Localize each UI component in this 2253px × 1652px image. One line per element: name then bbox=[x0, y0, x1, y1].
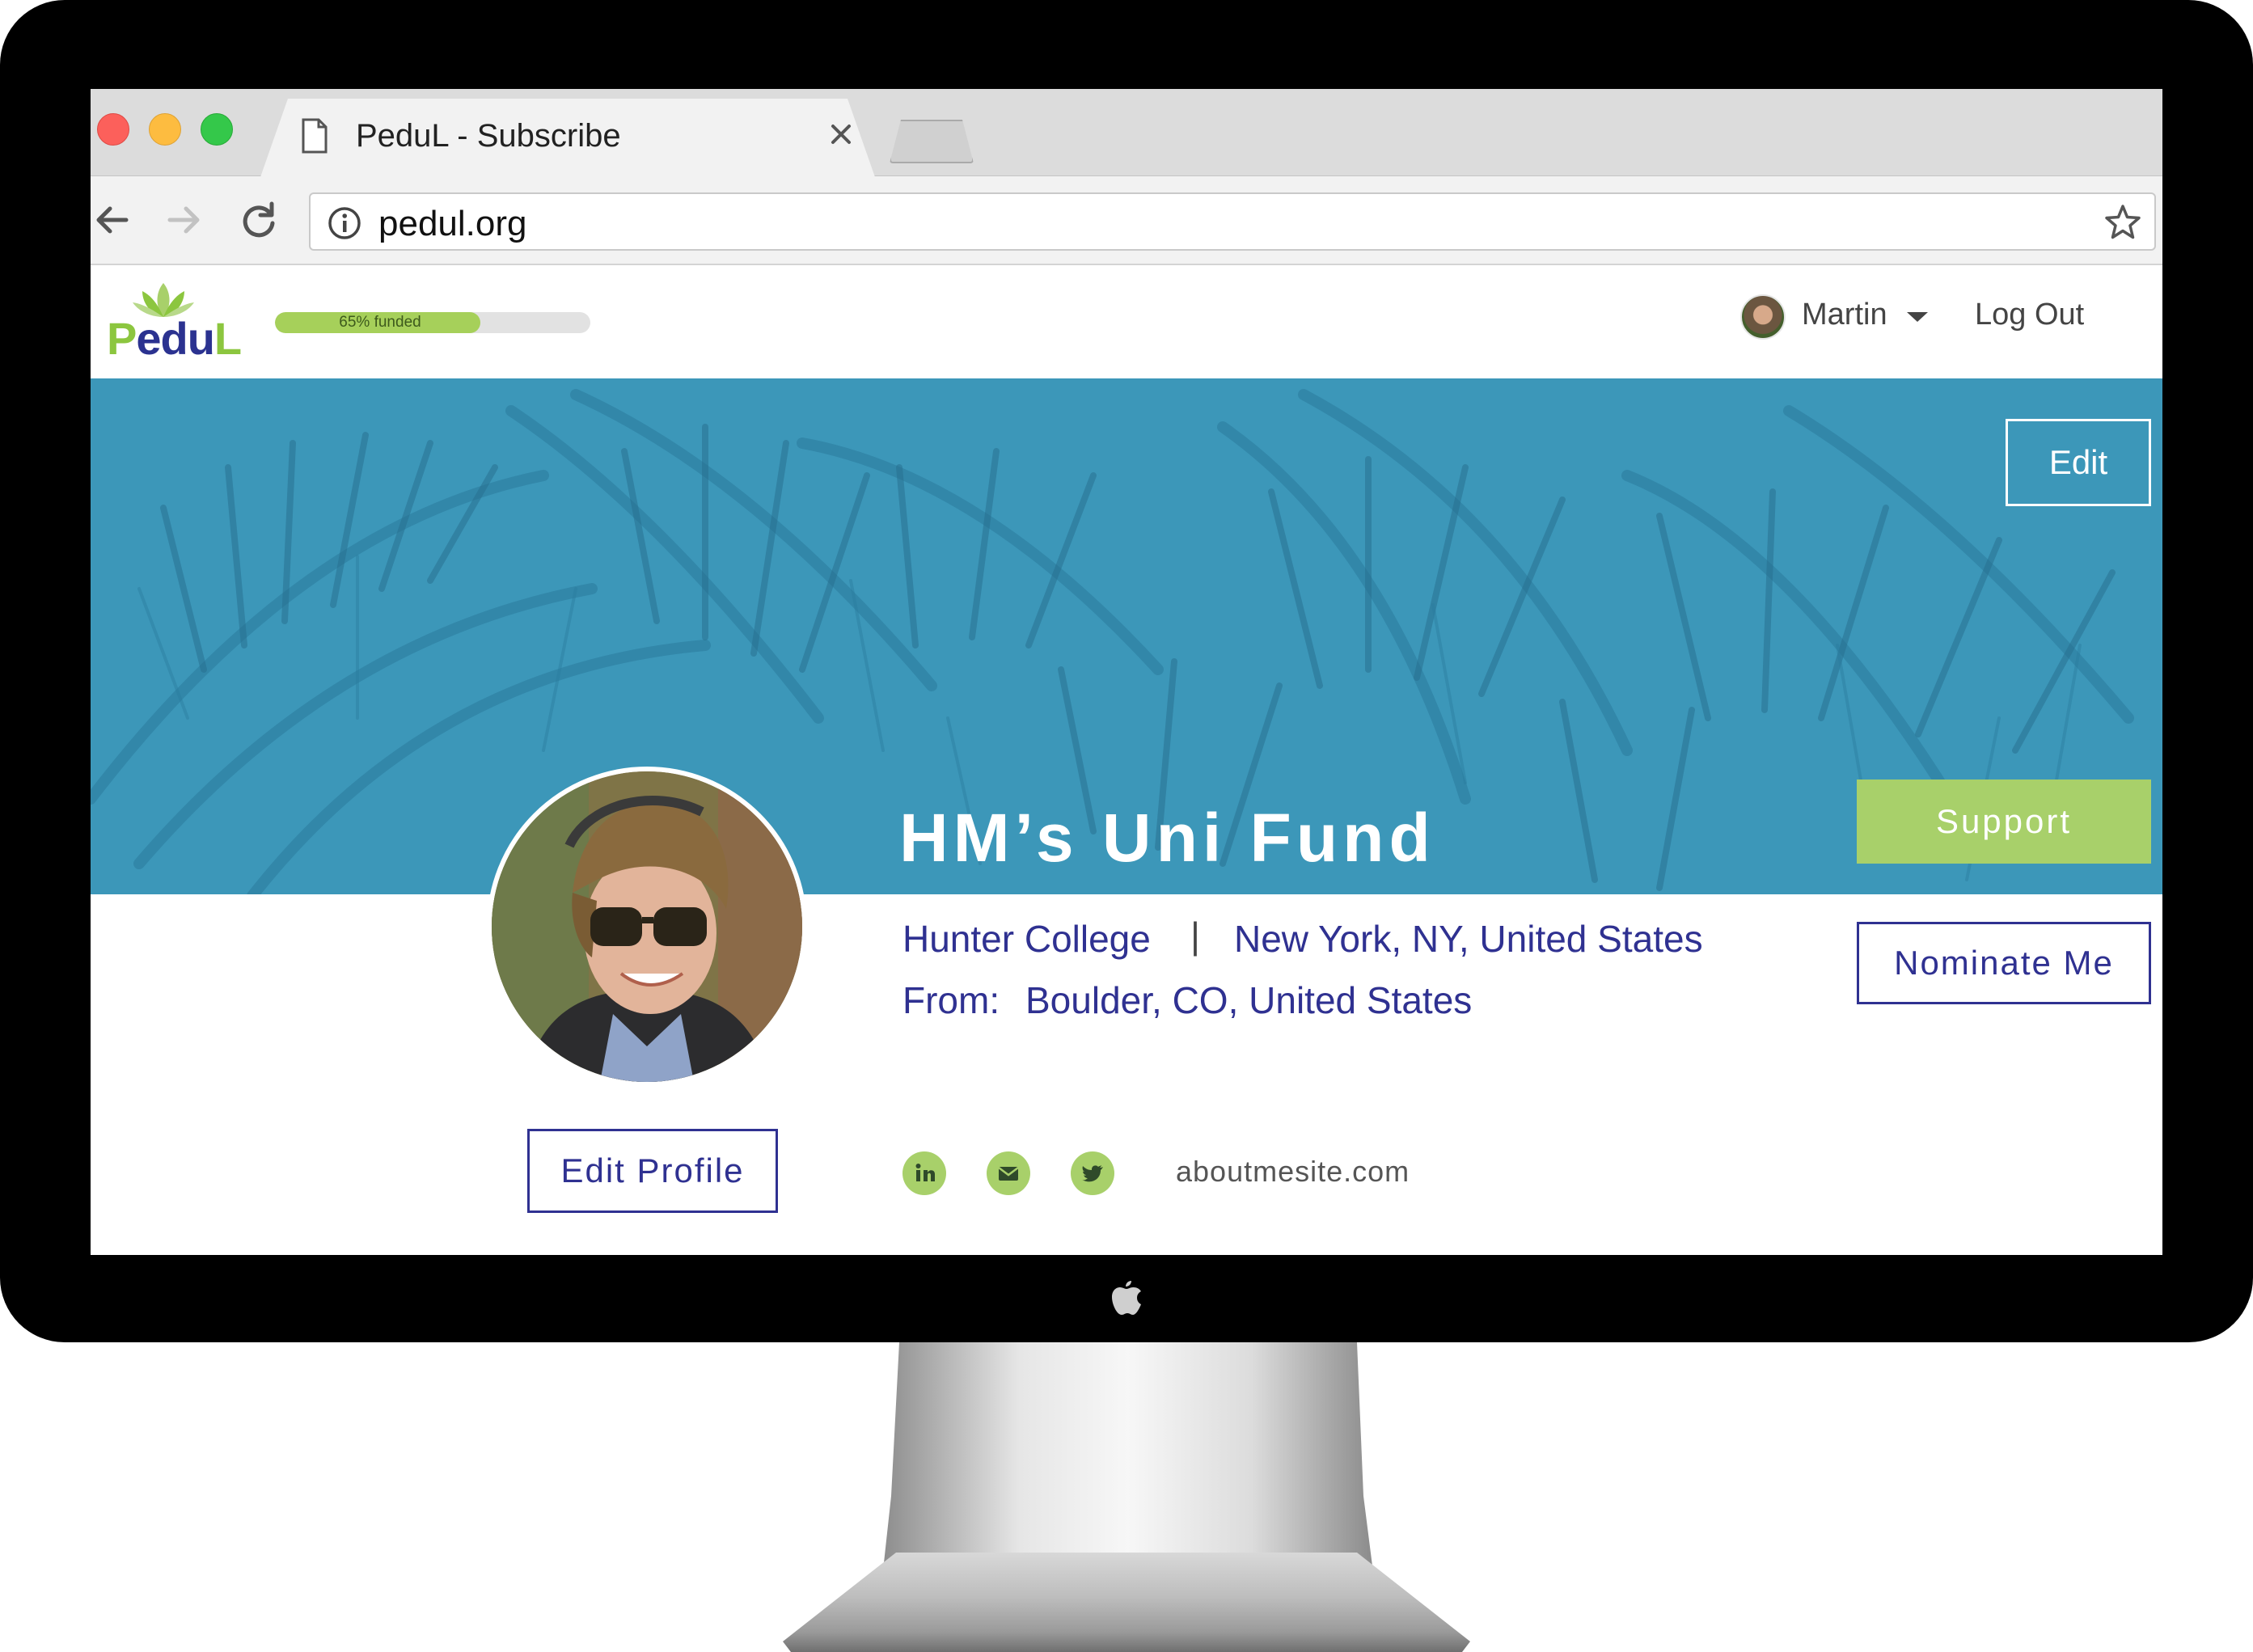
fund-title: HM’s Uni Fund bbox=[899, 800, 1435, 876]
close-icon[interactable] bbox=[825, 118, 857, 150]
cover-banner: Edit HM’s Uni Fund bbox=[91, 378, 2162, 894]
profile-photo bbox=[487, 767, 807, 1087]
email-icon bbox=[998, 1167, 1019, 1181]
forward-arrow-icon[interactable] bbox=[163, 199, 205, 241]
maximize-window-button[interactable] bbox=[201, 113, 233, 146]
user-menu-name[interactable]: Martin bbox=[1802, 298, 1887, 332]
document-icon bbox=[302, 118, 328, 154]
close-window-button[interactable] bbox=[97, 113, 129, 146]
pedul-logo[interactable]: PeduL bbox=[107, 281, 242, 364]
apple-logo-icon bbox=[1112, 1281, 1141, 1315]
current-location[interactable]: New York, NY, United States bbox=[1234, 917, 1703, 961]
address-bar[interactable]: pedul.org bbox=[309, 192, 2156, 251]
twitter-icon bbox=[1082, 1165, 1103, 1182]
caret-down-icon[interactable] bbox=[1905, 311, 1930, 323]
logo-wordmark: PeduL bbox=[107, 313, 242, 364]
college-name[interactable]: Hunter College bbox=[902, 917, 1151, 961]
edit-cover-button[interactable]: Edit bbox=[2006, 419, 2151, 506]
funding-progress-label: 65% funded bbox=[339, 314, 421, 331]
back-arrow-icon[interactable] bbox=[91, 199, 133, 241]
info-icon[interactable] bbox=[327, 205, 362, 241]
browser-window: PeduL - Subscribe pedul.org PeduL 65% fu… bbox=[91, 89, 2162, 1255]
linkedin-icon bbox=[915, 1164, 935, 1181]
tab-title: PeduL - Subscribe bbox=[356, 118, 621, 154]
logout-link[interactable]: Log Out bbox=[1975, 298, 2084, 332]
new-tab-button[interactable] bbox=[890, 120, 974, 163]
user-avatar[interactable] bbox=[1740, 294, 1786, 340]
star-icon[interactable] bbox=[2103, 202, 2143, 243]
edit-profile-button[interactable]: Edit Profile bbox=[527, 1129, 778, 1213]
site-header: PeduL 65% funded Martin Log Out bbox=[91, 265, 2162, 378]
reload-icon[interactable] bbox=[238, 199, 280, 241]
monitor-stand-base bbox=[783, 1553, 1470, 1652]
website-link[interactable]: aboutmesite.com bbox=[1176, 1155, 1410, 1189]
from-label: From: bbox=[902, 979, 1000, 1021]
profile-photo-image bbox=[492, 771, 802, 1082]
browser-toolbar: pedul.org bbox=[91, 176, 2162, 265]
hometown[interactable]: Boulder, CO, United States bbox=[1025, 978, 1472, 1022]
nominate-button[interactable]: Nominate Me bbox=[1857, 922, 2151, 1004]
monitor-frame: PeduL - Subscribe pedul.org PeduL 65% fu… bbox=[0, 0, 2253, 1342]
twitter-button[interactable] bbox=[1071, 1151, 1114, 1195]
tab-strip: PeduL - Subscribe bbox=[91, 89, 2162, 177]
url-text[interactable]: pedul.org bbox=[378, 204, 526, 244]
funding-progress-bar: 65% funded bbox=[275, 312, 590, 333]
monitor-stand-neck bbox=[881, 1342, 1375, 1585]
support-button[interactable]: Support bbox=[1857, 780, 2151, 864]
linkedin-button[interactable] bbox=[902, 1151, 946, 1195]
email-button[interactable] bbox=[987, 1151, 1030, 1195]
info-divider: | bbox=[1190, 915, 1200, 957]
minimize-window-button[interactable] bbox=[149, 113, 181, 146]
